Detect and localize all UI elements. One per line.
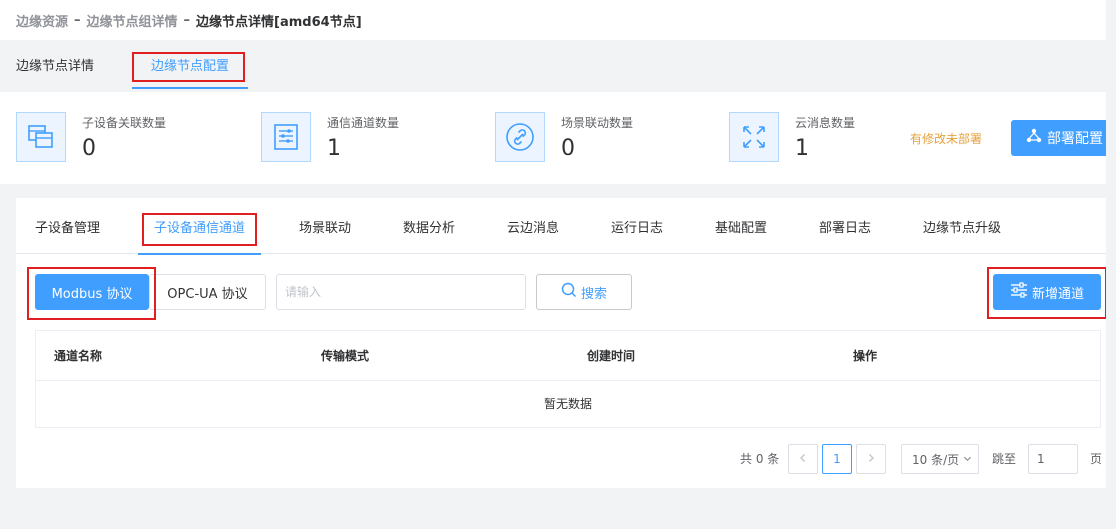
sub-tabs: 子设备管理 子设备通信通道 场景联动 数据分析 云边消息 运行日志 基础配置 部… xyxy=(16,198,1106,255)
deploy-icon xyxy=(1025,127,1043,149)
search-icon xyxy=(561,282,577,302)
top-tabs: 边缘节点详情 边缘节点配置 xyxy=(0,42,1116,92)
tab-scene-linkage[interactable]: 场景联动 xyxy=(299,198,351,254)
page-size-value: 10 条/页 xyxy=(912,452,960,467)
tab-active-underline xyxy=(132,87,248,89)
tab-cloud-edge-messages[interactable]: 云边消息 xyxy=(507,198,559,254)
next-page-button[interactable] xyxy=(856,444,886,474)
breadcrumb-separator: – xyxy=(183,12,191,28)
page-number-button[interactable]: 1 xyxy=(822,444,852,474)
main-panel: 子设备管理 子设备通信通道 场景联动 数据分析 云边消息 运行日志 基础配置 部… xyxy=(16,198,1106,488)
jump-to-label: 跳至 xyxy=(992,452,1017,466)
channel-list-icon xyxy=(261,112,311,162)
tab-edge-node-upgrade[interactable]: 边缘节点升级 xyxy=(923,198,1001,254)
search-button-label: 搜索 xyxy=(580,286,607,302)
column-created-time: 创建时间 xyxy=(587,349,636,363)
stats-bar: 子设备关联数量 0 通信通道数量 1 场景联动数量 0 云消息数量 1 有修改未… xyxy=(0,92,1116,184)
table-header: 通道名称 传输模式 创建时间 操作 xyxy=(36,331,1100,381)
channel-table: 通道名称 传输模式 创建时间 操作 暂无数据 xyxy=(35,330,1101,428)
link-icon xyxy=(495,112,545,162)
tab-node-details[interactable]: 边缘节点详情 xyxy=(16,42,94,92)
table-empty-text: 暂无数据 xyxy=(543,397,592,411)
tab-active-underline xyxy=(138,253,262,255)
stat-value: 0 xyxy=(561,136,575,161)
jump-page-input[interactable] xyxy=(1028,444,1078,474)
breadcrumb: 边缘资源 – 边缘节点组详情 – 边缘节点详情[amd64节点] xyxy=(0,0,1116,40)
add-channel-label: 新增通道 xyxy=(1031,286,1084,302)
settings-list-icon xyxy=(1010,282,1028,302)
tab-subdevice-management[interactable]: 子设备管理 xyxy=(35,198,100,254)
breadcrumb-item-node-group[interactable]: 边缘节点组详情 xyxy=(87,11,178,30)
column-transport-mode: 传输模式 xyxy=(321,349,370,363)
stat-label: 通信通道数量 xyxy=(327,116,400,130)
pagination: 共 0 条 1 10 条/页 跳至 页 xyxy=(16,444,1106,474)
opcua-protocol-button[interactable]: OPC-UA 协议 xyxy=(149,274,266,310)
search-button[interactable]: 搜索 xyxy=(536,274,632,310)
modbus-protocol-button[interactable]: Modbus 协议 xyxy=(35,274,149,310)
stat-label: 场景联动数量 xyxy=(561,116,634,130)
tab-subdevice-channels[interactable]: 子设备通信通道 xyxy=(138,198,262,255)
scrollbar[interactable] xyxy=(1106,0,1116,529)
deploy-config-label: 部署配置 xyxy=(1047,131,1103,147)
breadcrumb-item-edge-resources[interactable]: 边缘资源 xyxy=(16,11,68,30)
tab-subdevice-channels-label: 子设备通信通道 xyxy=(154,221,246,236)
prev-page-button[interactable] xyxy=(788,444,818,474)
tab-node-config-label: 边缘节点配置 xyxy=(150,59,229,74)
column-actions: 操作 xyxy=(853,349,878,363)
stat-label: 云消息数量 xyxy=(795,116,856,130)
chevron-right-icon xyxy=(866,452,876,466)
stat-value: 0 xyxy=(82,136,96,161)
tab-basic-config[interactable]: 基础配置 xyxy=(715,198,767,254)
devices-icon xyxy=(16,112,66,162)
deploy-config-button[interactable]: 部署配置 xyxy=(1011,120,1116,156)
breadcrumb-item-current: 边缘节点详情[amd64节点] xyxy=(196,14,362,30)
tab-deploy-logs[interactable]: 部署日志 xyxy=(819,198,871,254)
stat-label: 子设备关联数量 xyxy=(82,116,167,130)
pending-deploy-notice: 有修改未部署 xyxy=(910,132,983,146)
breadcrumb-separator: – xyxy=(74,12,81,28)
stat-value: 1 xyxy=(327,136,341,161)
tab-data-analysis[interactable]: 数据分析 xyxy=(403,198,455,254)
arrows-icon xyxy=(729,112,779,162)
stat-value: 1 xyxy=(795,136,809,161)
pagination-total: 共 0 条 xyxy=(740,452,780,466)
column-channel-name: 通道名称 xyxy=(54,349,103,363)
tab-run-logs[interactable]: 运行日志 xyxy=(611,198,663,254)
add-channel-button[interactable]: 新增通道 xyxy=(993,274,1101,310)
chevron-left-icon xyxy=(798,452,808,466)
tab-node-config[interactable]: 边缘节点配置 xyxy=(132,42,248,92)
search-input[interactable] xyxy=(276,274,526,310)
chevron-down-icon xyxy=(963,452,972,466)
page-size-select[interactable]: 10 条/页 xyxy=(901,444,979,474)
page-unit-label: 页 xyxy=(1090,452,1103,466)
